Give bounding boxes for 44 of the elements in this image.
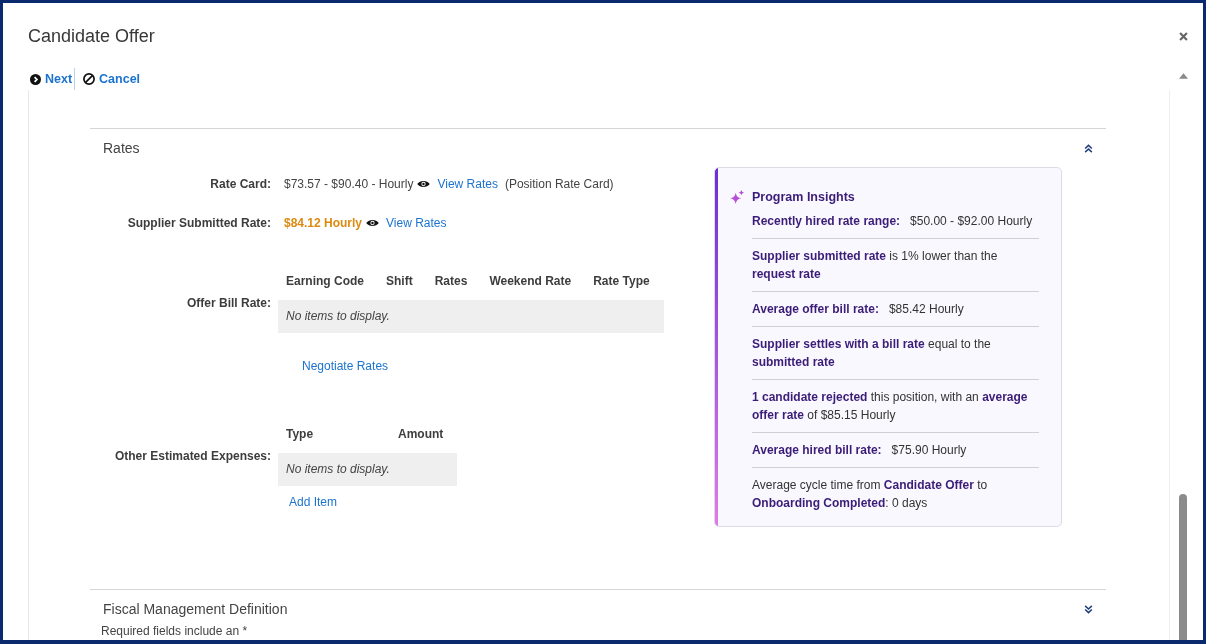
field-label: Other Estimated Expenses: — [114, 448, 271, 464]
rate-value: $73.57 - $90.40 - Hourly — [284, 176, 414, 192]
column-header: Type — [285, 426, 315, 443]
insight-text: Average cycle time from Candidate Offer to Onboarding Completed: 0 days — [752, 477, 989, 512]
scroll-up-arrow-icon[interactable] — [1178, 73, 1188, 79]
double-chevron-up-icon[interactable] — [1084, 143, 1093, 153]
circle-slash-icon — [83, 73, 96, 85]
insight-text: 1 candidate rejected this position, with an average offer rate of $85.15 Hourly — [752, 389, 1029, 424]
scrollbar-thumb[interactable] — [1179, 494, 1187, 640]
close-icon[interactable] — [1179, 32, 1188, 41]
column-header: Rate Type — [592, 273, 651, 290]
rate-card-source: (Position Rate Card) — [504, 176, 614, 192]
chevron-circle-icon — [30, 73, 41, 85]
negotiate-rates-link[interactable]: Negotiate Rates — [302, 358, 389, 374]
insights-title: Program Insights — [752, 189, 855, 206]
view-rates-link[interactable]: View Rates — [437, 176, 498, 192]
insight-text: Average offer bill rate: $85.42 Hourly — [752, 301, 965, 318]
column-header: Rates — [433, 273, 469, 290]
eye-icon — [417, 180, 431, 188]
view-rates-link[interactable]: View Rates — [386, 215, 447, 231]
empty-table-row: No items to display. — [278, 453, 458, 486]
rate-value: $84.12 Hourly — [284, 215, 363, 231]
column-header: Amount — [397, 426, 445, 443]
double-chevron-down-icon[interactable] — [1084, 604, 1093, 614]
column-header: Shift — [385, 273, 414, 290]
section-title: Fiscal Management Definition — [103, 600, 288, 618]
empty-table-row: No items to display. — [278, 300, 664, 333]
column-header: Earning Code — [285, 273, 365, 290]
insight-text: Recently hired rate range: $50.00 - $92.00 Hourly — [752, 213, 1034, 230]
add-item-link[interactable]: Add Item — [289, 494, 338, 510]
field-label: Offer Bill Rate: — [187, 295, 271, 311]
eye-icon — [366, 219, 380, 227]
sparkle-icon — [730, 190, 744, 204]
next-link[interactable]: Next — [30, 71, 73, 87]
insight-text: Average hired bill rate: $75.90 Hourly — [752, 442, 968, 459]
column-header: Weekend Rate — [488, 273, 573, 290]
section-title: Rates — [103, 139, 140, 157]
insight-text: Supplier settles with a bill rate equal to the submitted rate — [752, 336, 992, 371]
insight-text: Supplier submitted rate is 1% lower than the request rate — [752, 248, 999, 283]
dialog-title: Candidate Offer — [28, 25, 155, 48]
cancel-link[interactable]: Cancel — [83, 71, 141, 87]
required-fields-note: Required fields include an * — [100, 623, 249, 638]
field-label: Supplier Submitted Rate: — [127, 215, 271, 231]
field-label: Rate Card: — [210, 176, 271, 192]
